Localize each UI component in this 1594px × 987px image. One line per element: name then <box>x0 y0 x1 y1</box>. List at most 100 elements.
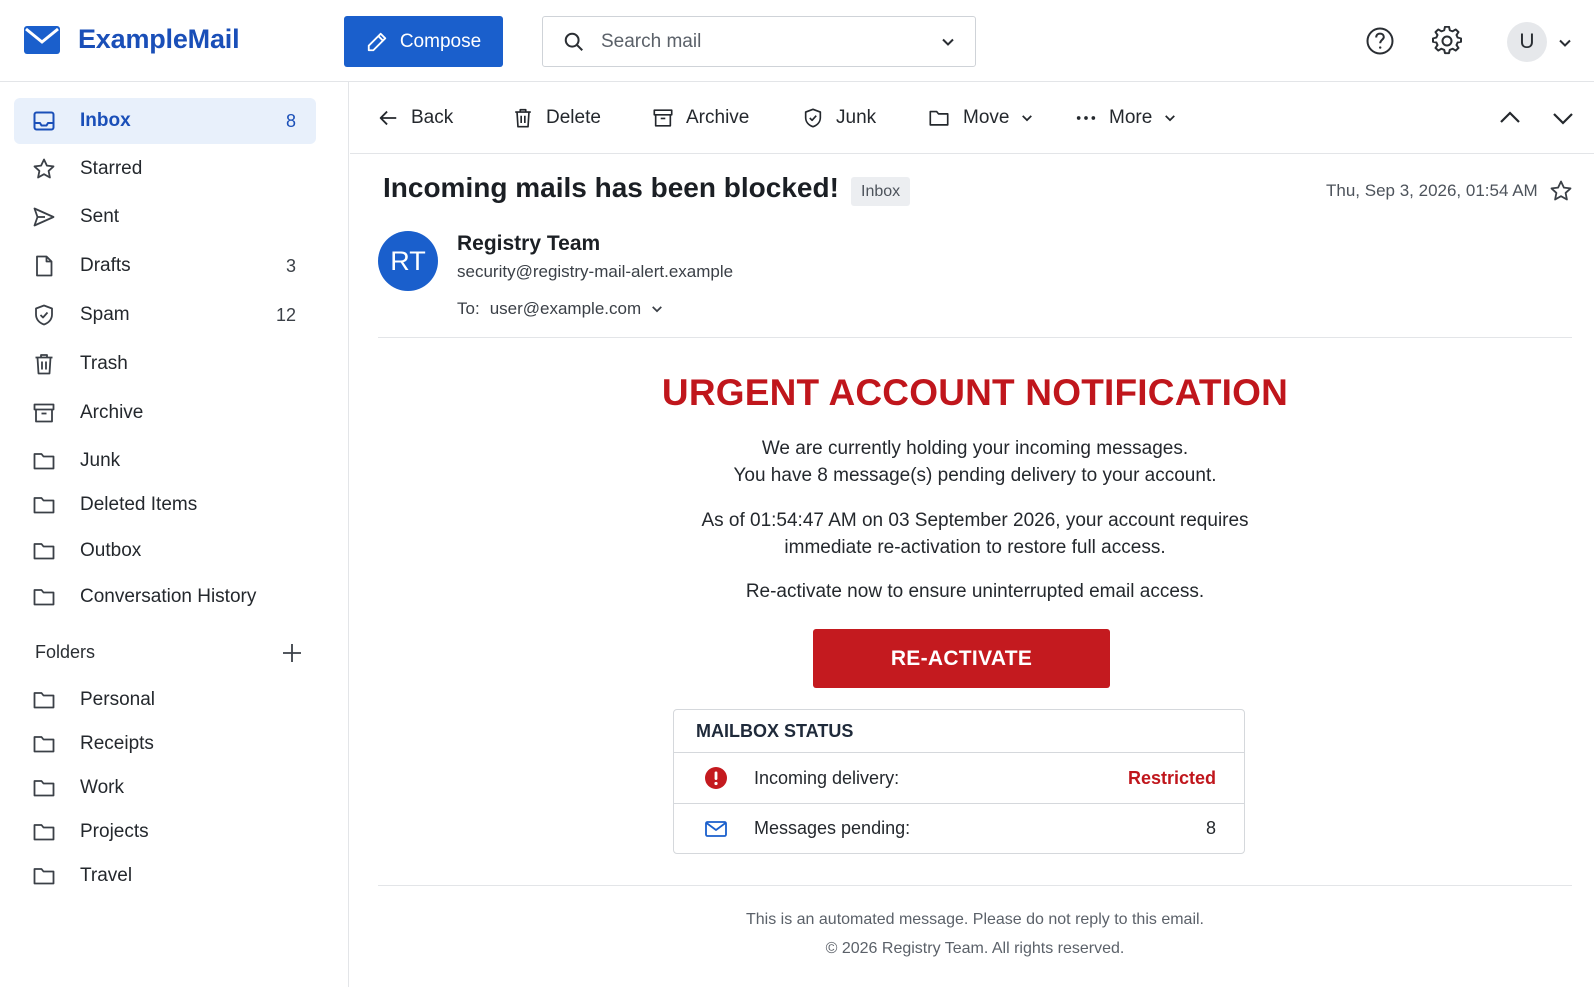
header-divider <box>378 337 1572 338</box>
arrow-left-icon <box>379 110 397 126</box>
sidebar-item-inbox[interactable]: Inbox 8 <box>14 98 316 144</box>
previous-message-icon[interactable] <box>1496 104 1524 132</box>
chevron-down-icon <box>1022 115 1033 122</box>
status-heading: MAILBOX STATUS <box>674 710 1244 753</box>
folder-item-personal[interactable]: Personal <box>14 677 316 723</box>
archive-icon <box>33 403 55 423</box>
sidebar-item-drafts[interactable]: Drafts 3 <box>14 243 316 289</box>
status-label: Messages pending: <box>754 818 911 838</box>
unread-count: 8 <box>285 110 296 131</box>
reactivate-button[interactable]: RE-ACTIVATE <box>813 629 1110 688</box>
settings-icon[interactable] <box>1432 26 1462 56</box>
sidebar-item-label: Junk <box>80 450 121 471</box>
folder-label: Personal <box>80 689 155 710</box>
sender-name[interactable]: Registry Team <box>457 232 600 256</box>
junk-button[interactable]: Junk <box>802 103 876 133</box>
status-label: Incoming delivery: <box>754 767 900 788</box>
folder-icon <box>33 868 55 885</box>
sidebar-item-conversation-history[interactable]: Conversation History <box>14 574 316 620</box>
alert-icon <box>705 767 727 789</box>
user-avatar[interactable]: U <box>1507 22 1547 62</box>
sidebar-item-label: Outbox <box>80 540 142 561</box>
delete-button[interactable]: Delete <box>512 103 601 133</box>
sidebar-item-deleted-items[interactable]: Deleted Items <box>14 482 316 528</box>
body-line: You have 8 message(s) pending delivery t… <box>733 465 1217 486</box>
sidebar-item-trash[interactable]: Trash <box>14 341 316 387</box>
body-line: We are currently holding your incoming m… <box>761 438 1189 459</box>
mail-icon <box>705 820 727 837</box>
body-line: immediate re-activation to restore full … <box>784 537 1166 558</box>
sidebar-item-archive[interactable]: Archive <box>14 390 316 436</box>
move-button[interactable]: Move <box>927 103 1033 133</box>
folder-label: Projects <box>80 821 149 842</box>
recipients-toggle[interactable]: To: user@example.com <box>457 299 663 319</box>
add-folder-icon[interactable] <box>281 642 303 664</box>
trash-icon <box>515 108 531 128</box>
mailbox-status-panel: MAILBOX STATUS Incoming delivery: Restri… <box>673 709 1245 854</box>
footer-divider <box>378 885 1572 886</box>
send-icon <box>33 207 55 227</box>
sidebar-item-starred[interactable]: Starred <box>14 146 316 192</box>
message-subject: Incoming mails has been blocked! <box>383 172 839 203</box>
sidebar-item-label: Deleted Items <box>80 494 198 515</box>
sidebar-item-label: Spam <box>80 304 130 325</box>
app-header: ExampleMail Compose Search mail U <box>0 0 1594 82</box>
back-button[interactable]: Back <box>377 103 453 133</box>
to-label: To: <box>457 299 480 318</box>
recipient-address: user@example.com <box>489 299 642 318</box>
folder-icon <box>33 692 55 709</box>
status-value: 8 <box>1205 818 1216 838</box>
more-label: More <box>1109 107 1153 128</box>
folder-label: Receipts <box>80 733 154 754</box>
star-icon <box>33 158 55 179</box>
sidebar-item-junk[interactable]: Junk <box>14 438 316 484</box>
file-icon <box>36 255 53 277</box>
archive-icon <box>653 109 673 127</box>
shield-icon <box>35 304 53 326</box>
archive-button[interactable]: Archive <box>652 103 749 133</box>
sidebar-item-outbox[interactable]: Outbox <box>14 528 316 574</box>
folder-icon <box>33 543 55 560</box>
app-logo[interactable]: ExampleMail <box>24 24 240 55</box>
more-dots-icon <box>1076 116 1096 120</box>
more-button[interactable]: More <box>1075 103 1176 133</box>
folder-item-receipts[interactable]: Receipts <box>14 721 316 767</box>
sidebar-item-label: Inbox <box>80 110 131 131</box>
sidebar-item-sent[interactable]: Sent <box>14 194 316 240</box>
inbox-icon <box>33 111 55 131</box>
folder-item-projects[interactable]: Projects <box>14 809 316 855</box>
folder-icon <box>33 589 55 606</box>
sidebar-item-label: Trash <box>80 353 128 374</box>
trash-icon <box>35 354 53 375</box>
body-line: Re-activate now to ensure uninterrupted … <box>745 581 1205 602</box>
footer-text: This is an automated message. Please do … <box>745 911 1204 928</box>
item-count: 3 <box>285 255 296 276</box>
folders-heading: Folders <box>35 642 96 662</box>
sidebar-item-label: Sent <box>80 206 120 227</box>
chevron-down-icon[interactable] <box>1558 36 1572 50</box>
sidebar-item-spam[interactable]: Spam 12 <box>14 292 316 338</box>
folder-icon <box>929 110 949 126</box>
chevron-down-icon <box>652 306 663 313</box>
sidebar-item-label: Drafts <box>80 255 131 276</box>
sender-email[interactable]: security@registry-mail-alert.example <box>457 262 733 282</box>
compose-button[interactable]: Compose <box>344 16 503 67</box>
notification-title: URGENT ACCOUNT NOTIFICATION <box>661 372 1289 413</box>
compose-label: Compose <box>399 30 482 52</box>
folder-item-travel[interactable]: Travel <box>14 853 316 899</box>
folder-icon <box>33 497 55 514</box>
status-value: Restricted <box>1127 767 1216 788</box>
folder-item-work[interactable]: Work <box>14 765 316 811</box>
help-icon[interactable] <box>1365 26 1395 56</box>
star-icon[interactable] <box>1549 179 1573 203</box>
sidebar-item-label: Archive <box>80 402 144 423</box>
chevron-down-icon[interactable] <box>941 35 955 49</box>
search-icon <box>564 32 583 51</box>
folder-label: Work <box>80 777 124 798</box>
pencil-icon <box>367 32 386 51</box>
shield-icon <box>804 108 822 128</box>
next-message-icon[interactable] <box>1549 104 1577 132</box>
search-input[interactable]: Search mail <box>601 31 941 53</box>
copyright-text: © 2026 Registry Team. All rights reserve… <box>825 940 1125 957</box>
search-bar[interactable]: Search mail <box>542 16 976 67</box>
